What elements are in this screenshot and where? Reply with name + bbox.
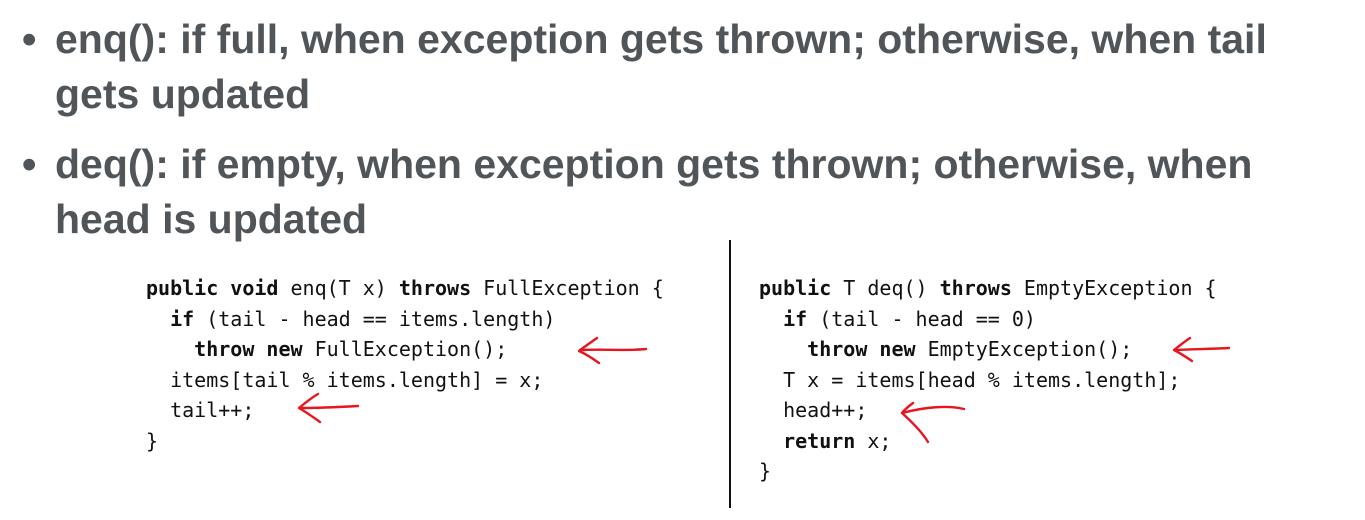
bullet-enq: • enq(): if full, when exception gets th…	[22, 12, 1342, 122]
bullet-text: enq(): if full, when exception gets thro…	[55, 16, 1267, 117]
code-text: (tail - head == 0)	[807, 306, 1036, 331]
code-text: EmptyException {	[1011, 276, 1217, 300]
code-line: throw new EmptyException();	[759, 337, 1132, 361]
bullet-text: deq(): if empty, when exception gets thr…	[55, 141, 1253, 242]
code-text: }	[759, 459, 772, 483]
code-line: public void enq(T x) throws FullExceptio…	[146, 276, 664, 300]
code-text: T x = items[head % items.length];	[783, 367, 1181, 392]
code-text: (tail - head == items.length)	[194, 306, 556, 331]
code-keyword: public	[759, 276, 832, 300]
code-line: public T deq() throws EmptyException {	[759, 276, 1217, 300]
code-keyword: if	[170, 306, 195, 331]
code-keyword: throw new	[194, 337, 303, 361]
bullet-deq: • deq(): if empty, when exception gets t…	[22, 137, 1342, 247]
code-text: T deq()	[831, 276, 940, 300]
code-text: }	[146, 428, 159, 453]
bullet-marker: •	[22, 141, 37, 187]
code-line: items[tail % items.length] = x;	[146, 368, 543, 392]
bullet-marker: •	[22, 16, 37, 62]
slide: • enq(): if full, when exception gets th…	[0, 0, 1365, 520]
code-text: x;	[855, 428, 892, 453]
code-text: FullException();	[302, 337, 508, 361]
code-line: head++;	[759, 398, 867, 422]
code-line: throw new FullException();	[146, 337, 507, 361]
column-divider	[729, 240, 731, 508]
code-keyword: public void	[146, 276, 279, 300]
code-keyword: return	[783, 428, 856, 453]
code-block-enq: public void enq(T x) throws FullExceptio…	[146, 273, 664, 456]
code-line: }	[146, 429, 158, 453]
code-keyword: if	[783, 306, 808, 331]
code-text: EmptyException();	[915, 337, 1133, 361]
code-line: return x;	[759, 429, 891, 453]
code-line: tail++;	[146, 398, 254, 422]
code-text: tail++;	[170, 398, 255, 422]
code-text: enq(T x)	[278, 276, 399, 300]
code-text: head++;	[783, 398, 868, 422]
code-keyword: throw new	[807, 337, 916, 361]
code-block-deq: public T deq() throws EmptyException { i…	[759, 273, 1217, 487]
code-line: if (tail - head == items.length)	[146, 307, 555, 331]
code-keyword: throws	[398, 276, 472, 300]
code-text: items[tail % items.length] = x;	[170, 367, 544, 392]
code-line: if (tail - head == 0)	[759, 307, 1036, 331]
code-line: T x = items[head % items.length];	[759, 368, 1180, 392]
code-text: FullException {	[471, 276, 664, 300]
code-line: }	[759, 459, 771, 483]
code-keyword: throws	[939, 276, 1012, 300]
